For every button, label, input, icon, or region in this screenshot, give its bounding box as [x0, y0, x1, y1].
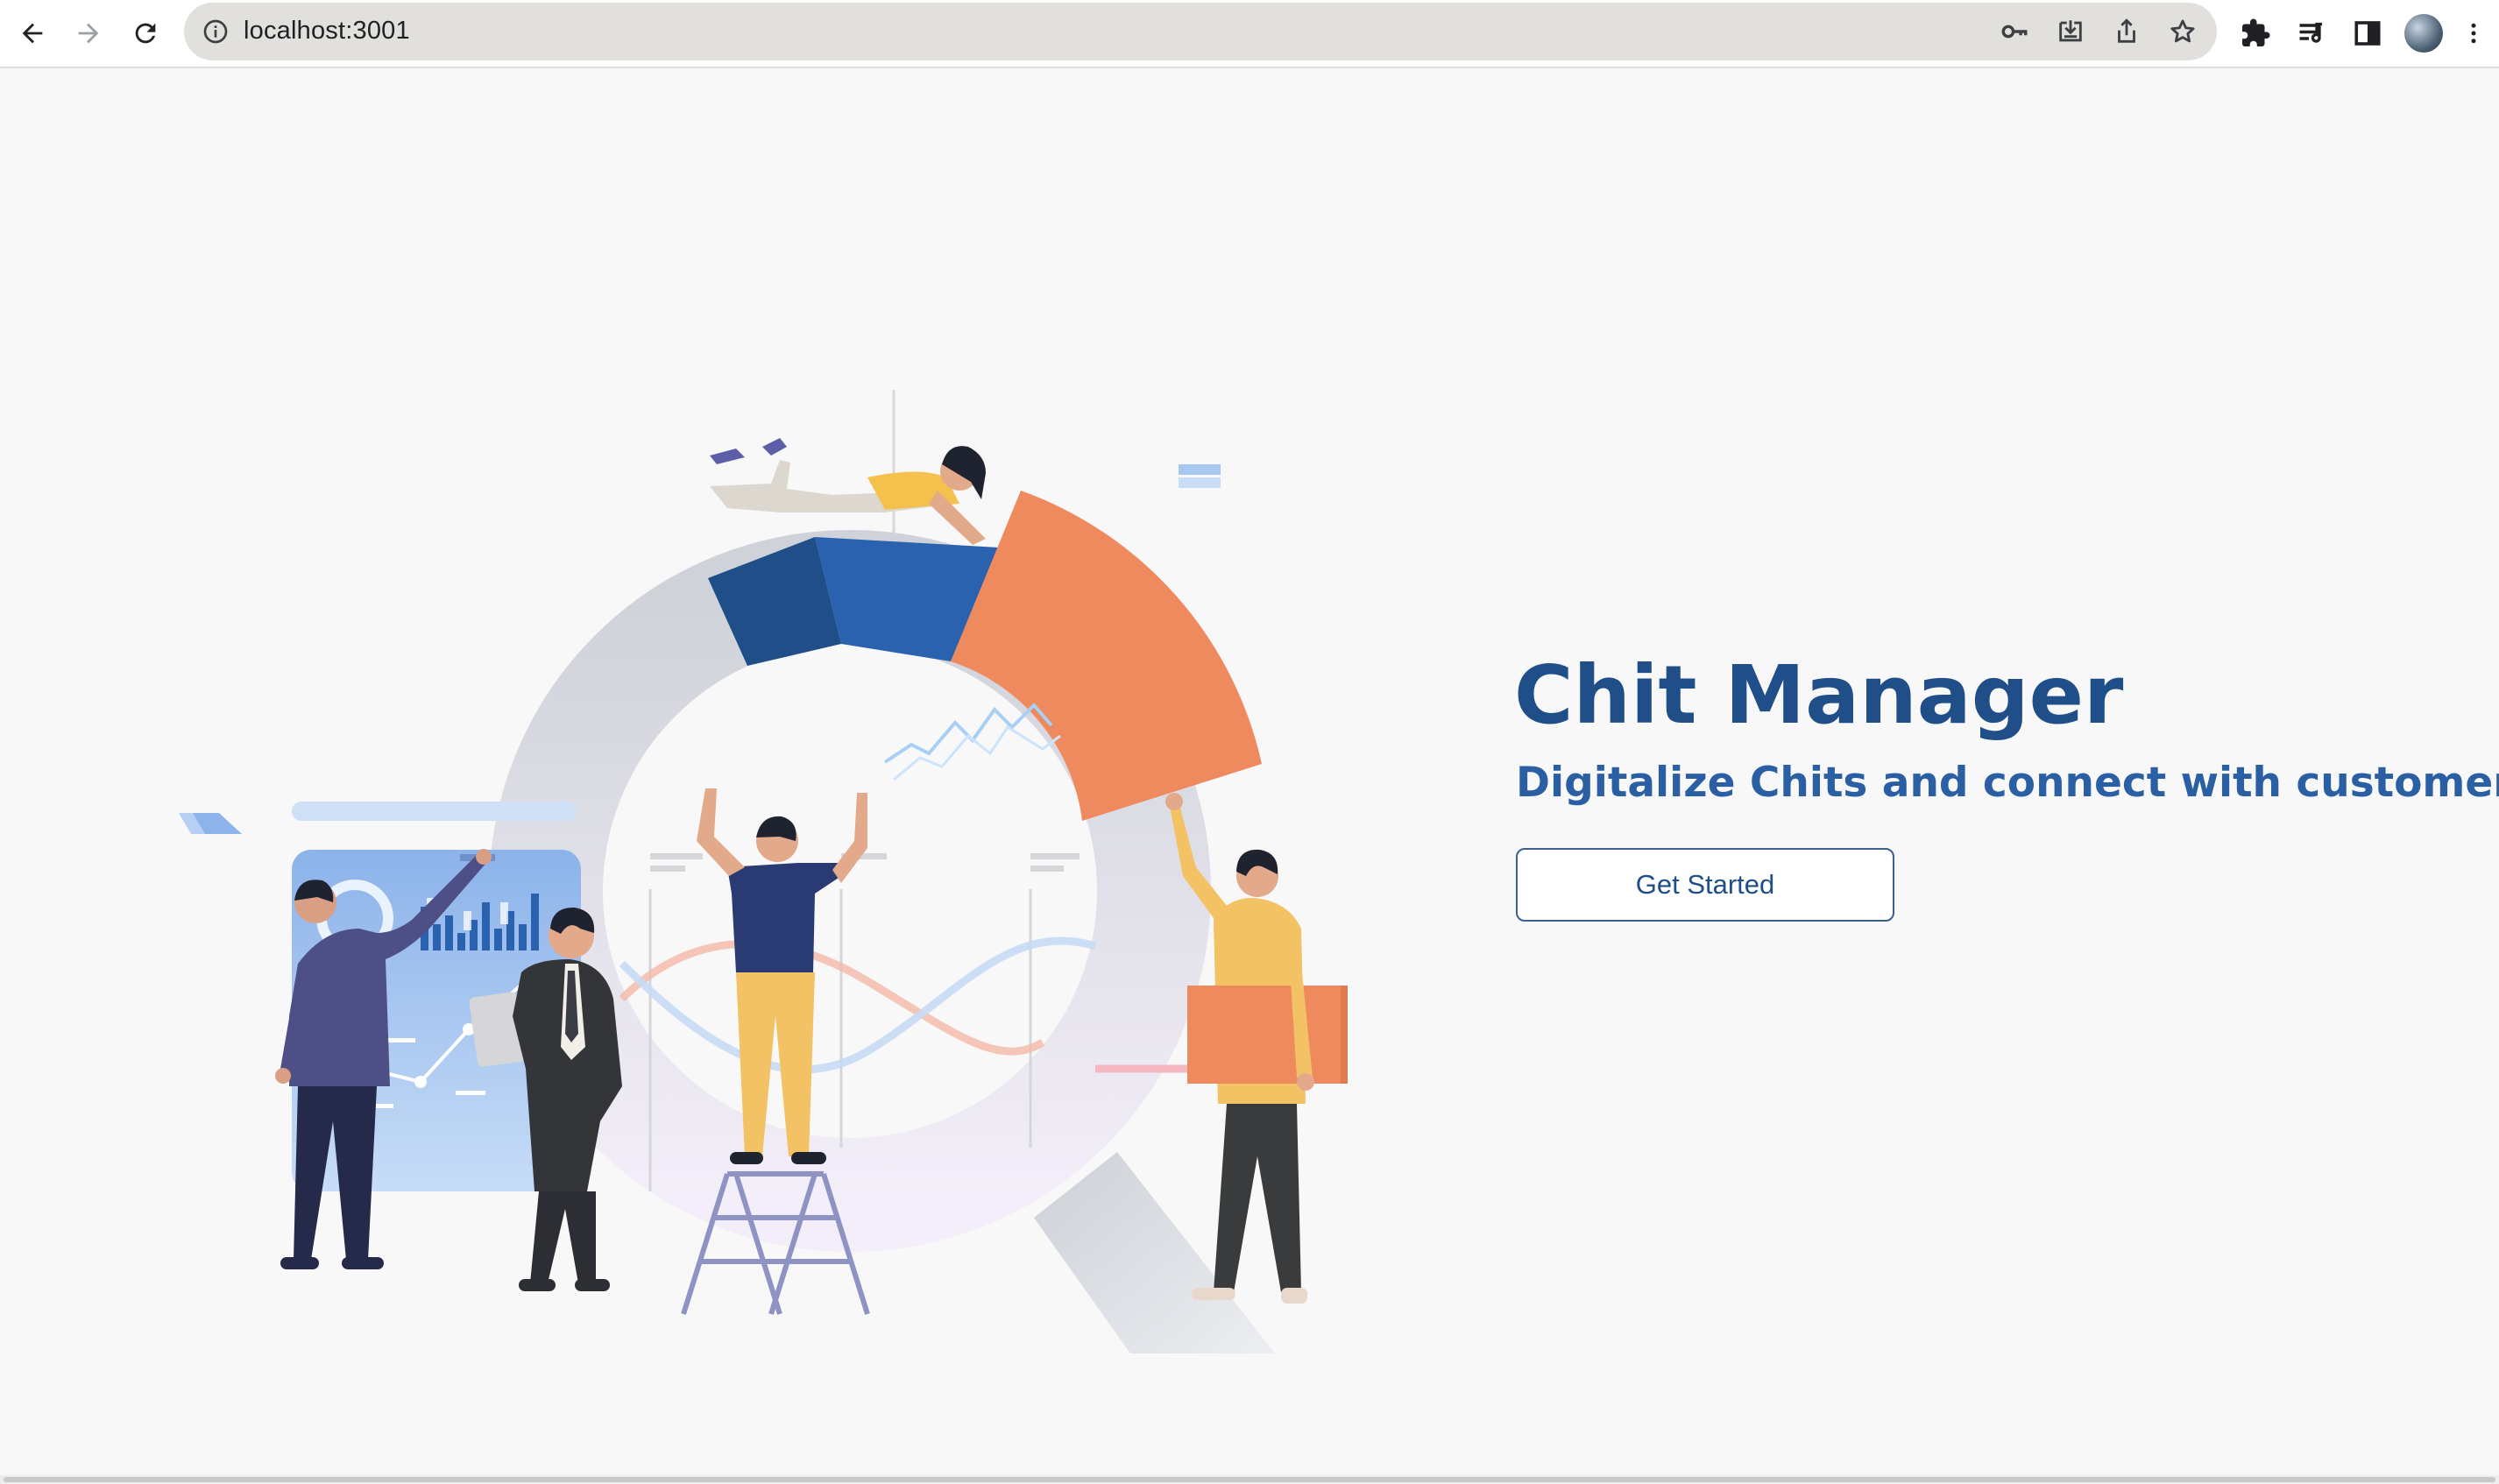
- browser-toolbar: localhost:3001: [0, 0, 2499, 68]
- side-panel-button[interactable]: [2348, 14, 2387, 53]
- kebab-menu-icon: [2471, 23, 2476, 44]
- reload-icon: [135, 23, 156, 44]
- share-icon: [2118, 18, 2135, 43]
- key-icon: [2001, 25, 2028, 39]
- install-app-button[interactable]: [2054, 15, 2087, 48]
- browser-menu-button[interactable]: [2460, 14, 2487, 53]
- page-title: Chit Manager: [1514, 648, 2124, 742]
- hero-illustration: [179, 390, 1348, 1353]
- scrollbar-thumb[interactable]: [4, 1477, 2495, 1482]
- arrow-left-icon: [22, 23, 43, 44]
- reading-list-icon: [2299, 22, 2322, 43]
- arrow-right-icon: [78, 23, 99, 44]
- person-with-box: [1165, 793, 1348, 1304]
- orange-box: [1187, 986, 1341, 1084]
- back-button[interactable]: [11, 11, 54, 55]
- extensions-button[interactable]: [2236, 14, 2275, 53]
- reading-list-button[interactable]: [2292, 14, 2331, 53]
- reload-button[interactable]: [124, 11, 167, 55]
- puzzle-icon: [2242, 18, 2270, 46]
- forward-button[interactable]: [67, 11, 110, 55]
- info-icon[interactable]: [202, 18, 230, 46]
- panel-header-bar: [292, 802, 577, 821]
- person-lying: [710, 438, 986, 545]
- password-key-button[interactable]: [1998, 15, 2031, 48]
- get-started-button[interactable]: Get Started: [1516, 848, 1894, 922]
- page-subtitle: Digitalize Chits and connect with custom…: [1516, 759, 2499, 807]
- avatar[interactable]: [2404, 14, 2443, 53]
- horizontal-scrollbar[interactable]: [0, 1475, 2499, 1484]
- donut-segment-orange: [951, 491, 1262, 821]
- install-app-icon: [2059, 20, 2082, 42]
- share-button[interactable]: [2110, 15, 2143, 48]
- address-bar[interactable]: localhost:3001: [184, 3, 2217, 60]
- url-text[interactable]: localhost:3001: [244, 17, 410, 46]
- landing-page: Chit Manager Digitalize Chits and connec…: [0, 70, 2499, 1472]
- side-panel-icon: [2354, 21, 2381, 46]
- bookmark-button[interactable]: [2166, 15, 2199, 48]
- star-icon: [2170, 19, 2195, 43]
